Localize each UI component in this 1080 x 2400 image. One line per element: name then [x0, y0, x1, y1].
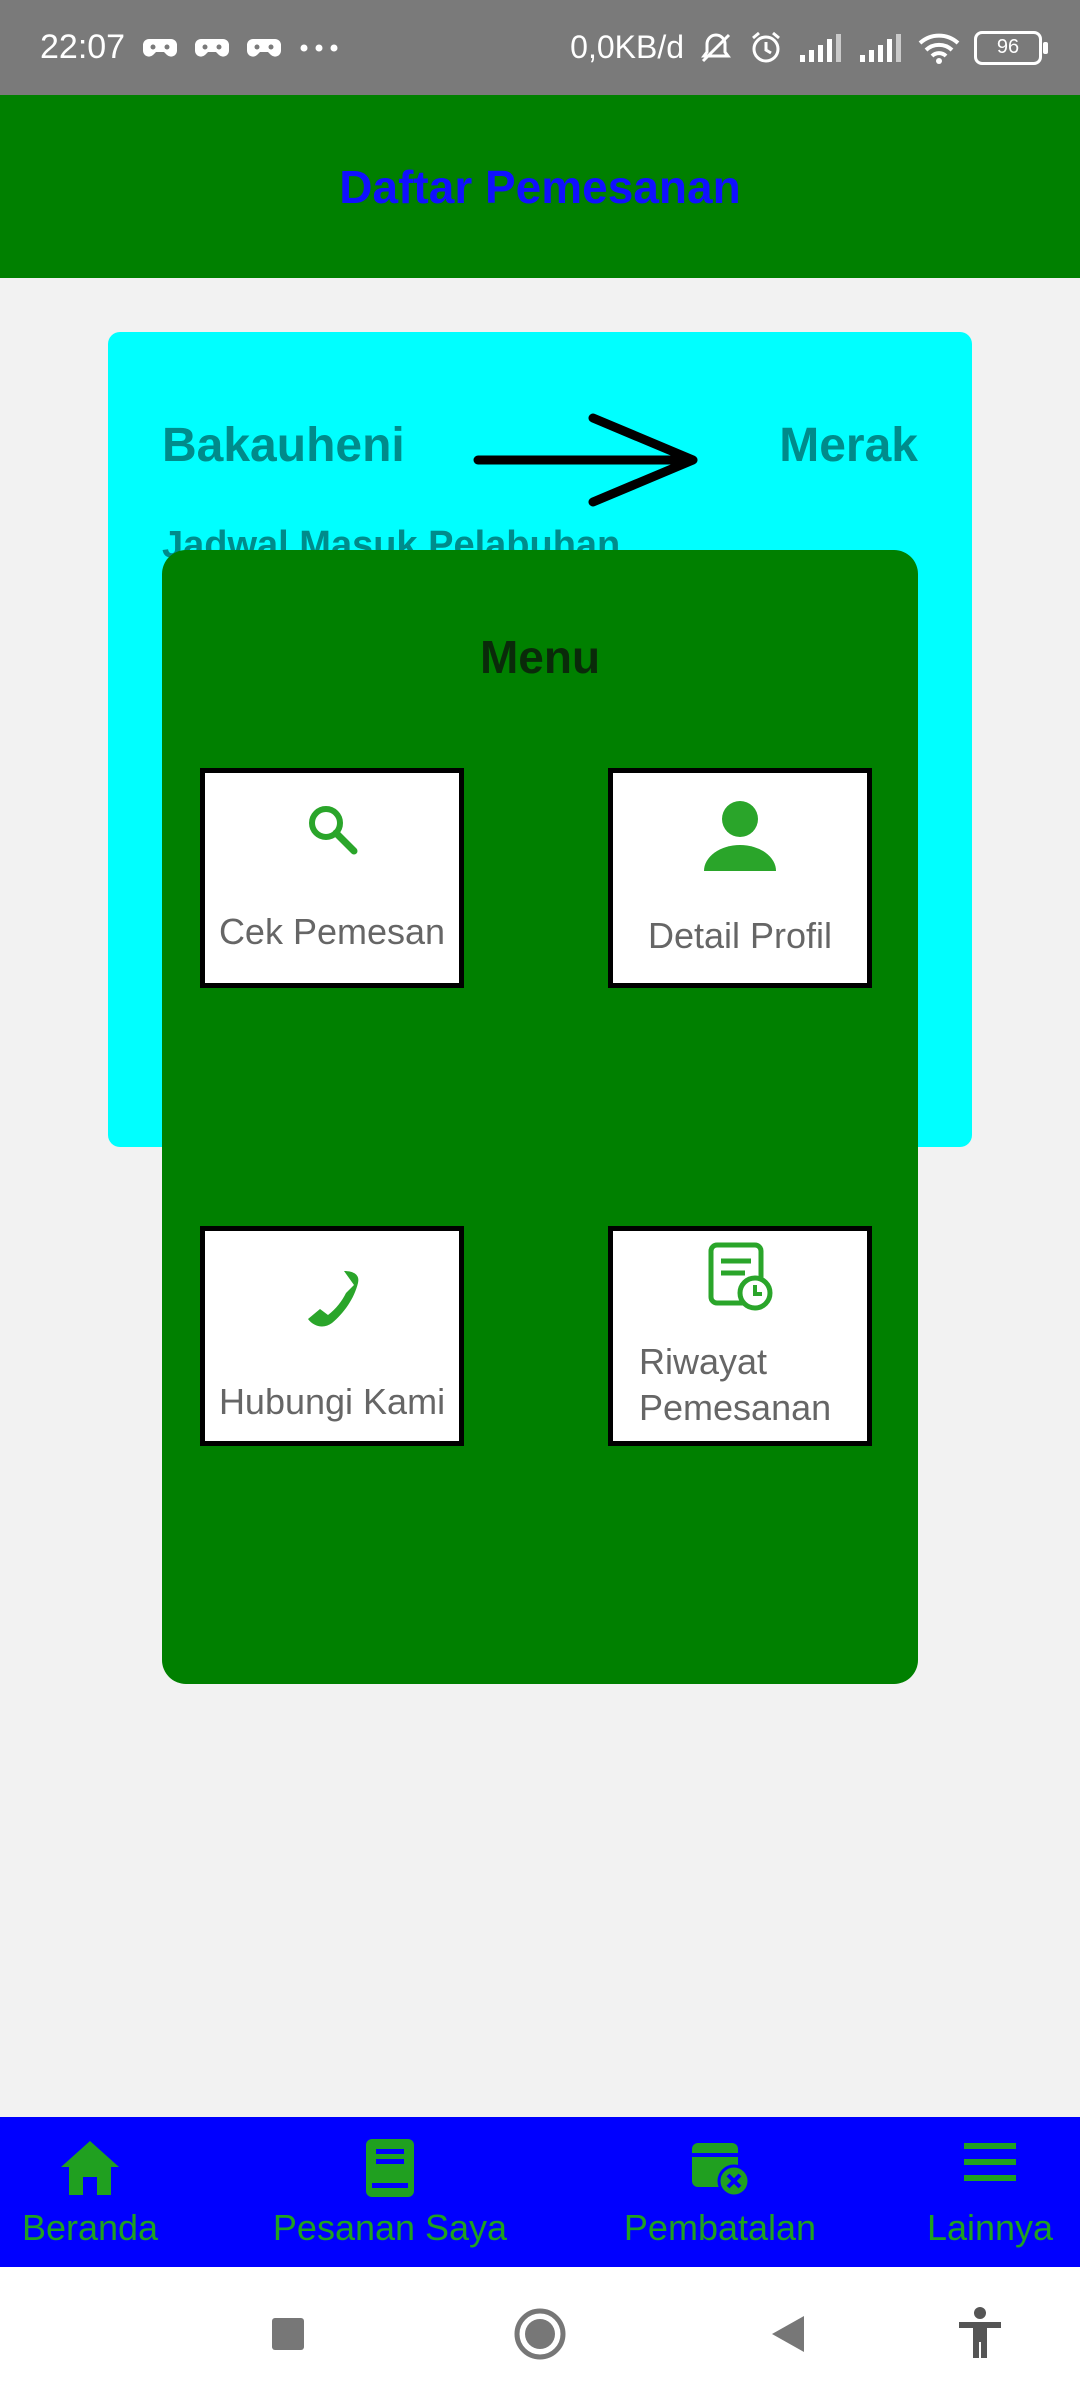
person-icon — [613, 793, 867, 877]
menu-icon — [900, 2137, 1080, 2187]
menu-item-label: Cek Pemesan — [218, 911, 446, 952]
search-icon — [205, 799, 459, 859]
alarm-icon — [748, 30, 784, 66]
more-dots-icon — [299, 43, 339, 53]
menu-dialog: Menu Cek Pemesan Detail Profil Hubungi K… — [162, 550, 918, 1684]
menu-title: Menu — [479, 631, 601, 683]
nav-item-lainnya[interactable]: Lainnya — [900, 2117, 1080, 2267]
bottom-nav: Beranda Pesanan Saya Pembatalan Lainnya — [0, 2117, 1080, 2267]
status-bar: 22:07 0,0KB/d 96 — [0, 0, 1080, 95]
nav-item-beranda[interactable]: Beranda — [0, 2117, 180, 2267]
menu-item-cek-pemesan[interactable]: Cek Pemesan — [200, 768, 464, 988]
home-icon — [0, 2137, 180, 2199]
nav-item-pembatalan[interactable]: Pembatalan — [590, 2117, 850, 2267]
game-icon — [195, 35, 230, 61]
menu-item-riwayat-pemesanan[interactable]: Riwayat Pemesanan — [608, 1226, 872, 1446]
battery-icon: 96 — [974, 30, 1048, 65]
app-header: Daftar Pemesanan — [0, 95, 1080, 278]
wifi-icon — [918, 32, 960, 64]
status-right: 0,0KB/d 96 — [570, 0, 1048, 95]
game-icon — [143, 35, 178, 61]
menu-item-detail-profil[interactable]: Detail Profil — [608, 768, 872, 988]
game-icon — [247, 35, 282, 61]
home-circle-icon[interactable] — [500, 2267, 580, 2400]
history-icon — [613, 1241, 867, 1313]
arrow-right-icon — [468, 410, 708, 515]
book-icon — [240, 2137, 540, 2199]
back-icon[interactable] — [748, 2267, 828, 2400]
recents-icon[interactable] — [248, 2267, 328, 2400]
menu-item-label: Detail Profil — [647, 915, 833, 956]
nav-label: Lainnya — [926, 2207, 1054, 2248]
nav-item-pesanan-saya[interactable]: Pesanan Saya — [240, 2117, 540, 2267]
nav-label: Beranda — [21, 2207, 159, 2248]
signal-icon — [858, 33, 904, 63]
menu-item-label: Hubungi Kami — [218, 1381, 446, 1422]
nav-label: Pesanan Saya — [272, 2207, 508, 2248]
nav-label: Pembatalan — [623, 2207, 817, 2248]
status-left: 22:07 — [40, 0, 339, 95]
accessibility-icon[interactable] — [940, 2267, 1020, 2400]
menu-item-hubungi-kami[interactable]: Hubungi Kami — [200, 1226, 464, 1446]
signal-icon — [798, 33, 844, 63]
route-destination: Merak — [779, 419, 918, 472]
menu-item-label: Riwayat Pemesanan — [639, 1341, 832, 1428]
status-time: 22:07 — [40, 28, 126, 66]
mute-icon — [698, 30, 734, 66]
battery-level: 96 — [996, 36, 1020, 58]
network-speed: 0,0KB/d — [570, 29, 684, 65]
system-nav-bar — [0, 2267, 1080, 2400]
route-origin: Bakauheni — [162, 419, 405, 472]
cancel-calendar-icon — [590, 2137, 850, 2199]
phone-icon — [205, 1267, 459, 1331]
page-title: Daftar Pemesanan — [339, 160, 741, 213]
